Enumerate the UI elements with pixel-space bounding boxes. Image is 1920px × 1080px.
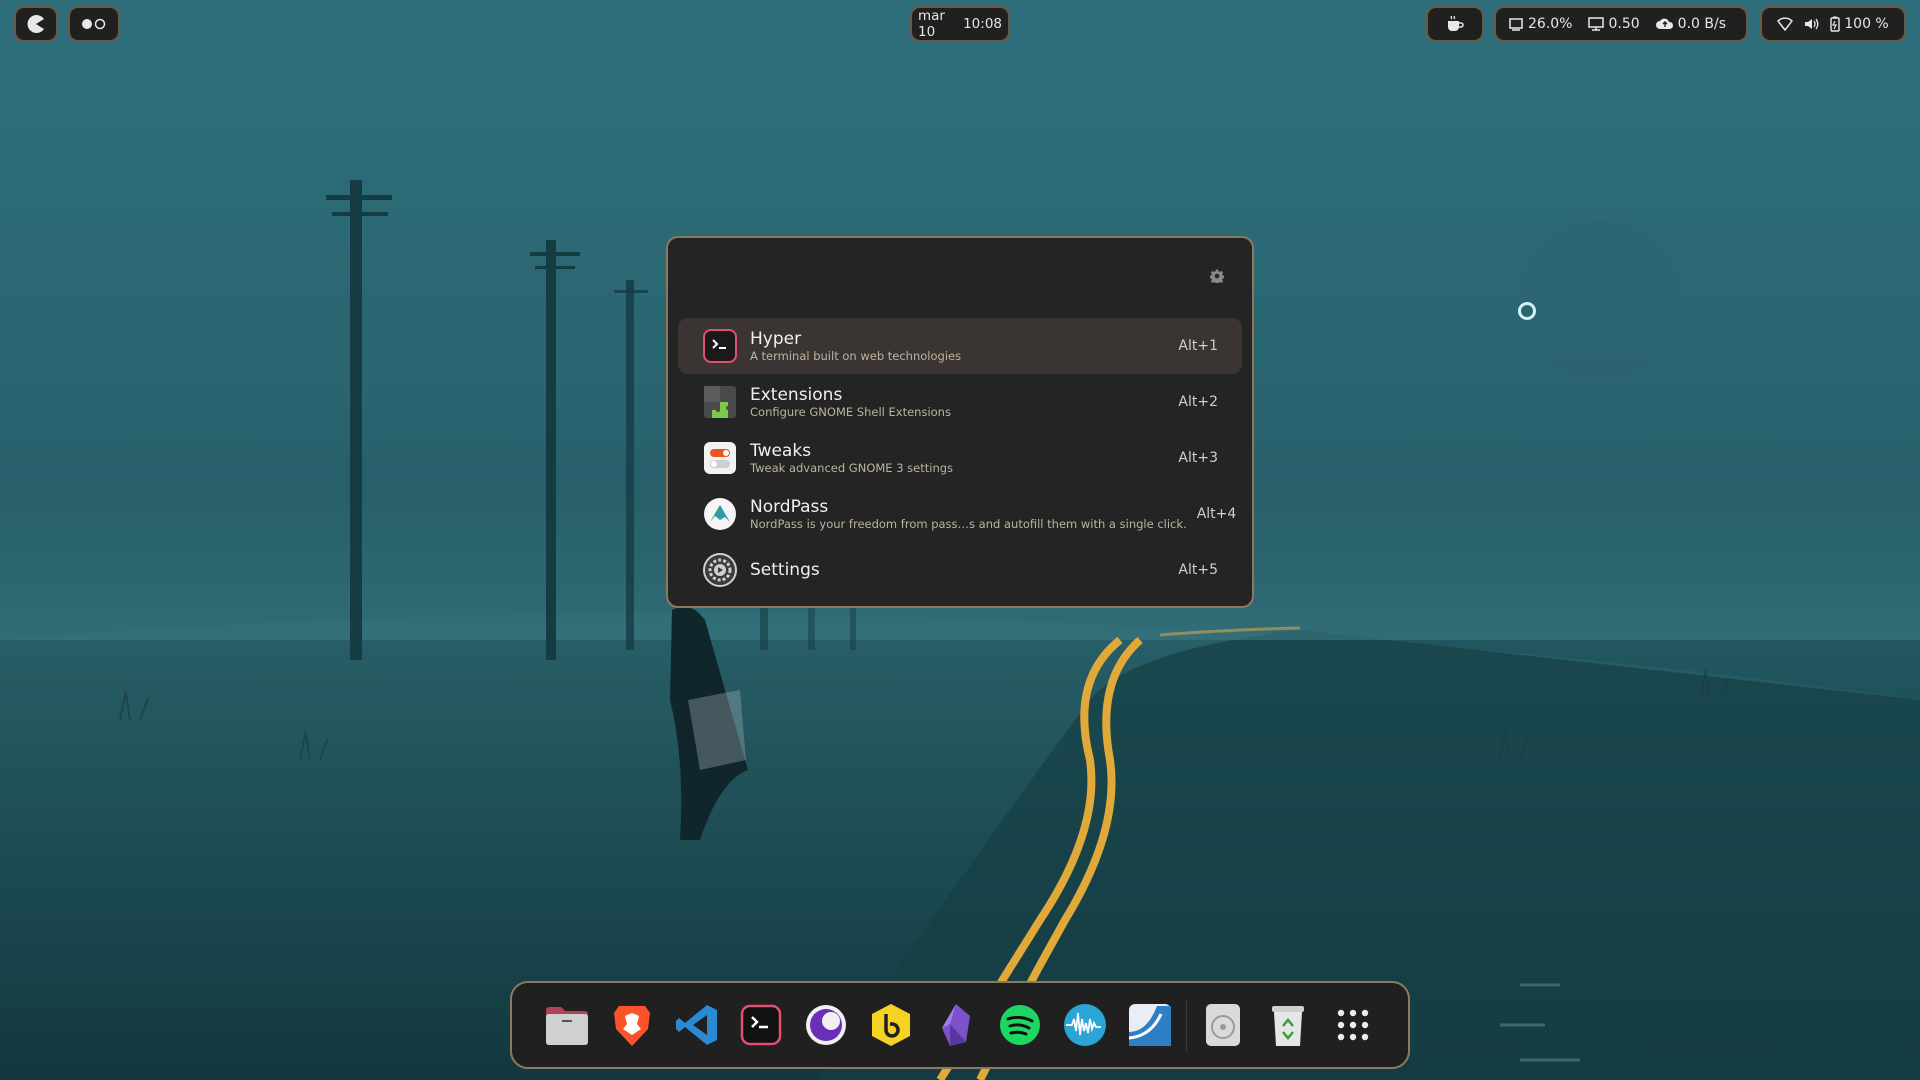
launcher-item-desc: Tweak advanced GNOME 3 settings [750, 461, 954, 475]
system-monitor[interactable]: 26.0% 0.50 0.0 B/s [1494, 6, 1748, 42]
extensions-icon [702, 384, 738, 420]
obsidian-icon[interactable] [923, 992, 988, 1058]
files-icon[interactable] [535, 992, 600, 1058]
app-launcher-panel: Hyper A terminal built on web technologi… [666, 236, 1254, 608]
tweaks-icon [702, 440, 738, 476]
caffeine-button[interactable] [1426, 6, 1484, 42]
battery-value: 100 % [1844, 16, 1889, 32]
clock-button[interactable]: mar 10 10:08 [910, 6, 1010, 42]
launcher-item-desc: Configure GNOME Shell Extensions [750, 405, 951, 419]
network-value: 0.0 B/s [1677, 16, 1726, 32]
dock-separator [1185, 999, 1187, 1051]
hyper-icon[interactable] [729, 992, 794, 1058]
launcher-item-title: Tweaks [750, 441, 812, 461]
network-icon [1655, 17, 1674, 31]
volume-icon [1803, 17, 1819, 31]
spotify-icon[interactable] [988, 992, 1053, 1058]
launcher-item-title: Settings [750, 560, 820, 580]
tor-browser-icon[interactable] [794, 992, 859, 1058]
launcher-item-nordpass[interactable]: NordPass NordPass is your freedom from p… [678, 486, 1242, 542]
settings-icon [702, 552, 738, 588]
coffee-icon [1445, 15, 1465, 33]
system-status-menu[interactable]: 100 % [1760, 6, 1906, 42]
launcher-item-tweaks[interactable]: Tweaks Tweak advanced GNOME 3 settings A… [678, 430, 1242, 486]
launcher-item-shortcut: Alt+3 [1178, 450, 1218, 466]
nordpass-icon [702, 496, 738, 532]
launcher-item-shortcut: Alt+2 [1178, 394, 1218, 410]
launcher-item-title: Hyper [750, 329, 802, 349]
launcher-item-shortcut: Alt+4 [1196, 506, 1237, 522]
kdenlive-icon[interactable] [1117, 992, 1182, 1058]
trash-icon[interactable] [1256, 992, 1321, 1058]
workspace-dots-icon [80, 18, 108, 30]
load-icon [1588, 17, 1605, 31]
cursor-indicator [1518, 302, 1536, 320]
workspace-indicator[interactable] [68, 6, 120, 42]
dock [510, 981, 1410, 1069]
beeper-icon[interactable] [858, 992, 923, 1058]
pacman-icon [26, 14, 46, 34]
launcher-item-hyper[interactable]: Hyper A terminal built on web technologi… [678, 318, 1242, 374]
launcher-item-shortcut: Alt+1 [1178, 338, 1218, 354]
vscode-icon[interactable] [664, 992, 729, 1058]
wifi-icon [1777, 17, 1794, 31]
gear-icon[interactable] [1209, 268, 1225, 287]
app-grid-icon[interactable] [1320, 992, 1385, 1058]
date-label: mar 10 [918, 8, 945, 40]
time-label: 10:08 [963, 16, 1002, 32]
brave-icon[interactable] [600, 992, 665, 1058]
cpu-value: 26.0% [1528, 16, 1573, 32]
launcher-item-extensions[interactable]: Extensions Configure GNOME Shell Extensi… [678, 374, 1242, 430]
launcher-item-shortcut: Alt+5 [1178, 562, 1218, 578]
launcher-item-title: Extensions [750, 385, 843, 405]
launcher-item-desc: A terminal built on web technologies [750, 349, 962, 363]
cpu-icon [1508, 17, 1524, 31]
audio-recorder-icon[interactable] [1053, 992, 1118, 1058]
battery-icon [1829, 16, 1841, 32]
launcher-item-settings[interactable]: Settings Alt+5 [678, 542, 1242, 598]
launcher-item-title: NordPass [750, 497, 829, 517]
disk-icon[interactable] [1191, 992, 1256, 1058]
activities-button[interactable] [14, 6, 58, 42]
load-value: 0.50 [1608, 16, 1640, 32]
launcher-item-desc: NordPass is your freedom from pass…s and… [750, 517, 1187, 531]
hyper-icon [702, 328, 738, 364]
